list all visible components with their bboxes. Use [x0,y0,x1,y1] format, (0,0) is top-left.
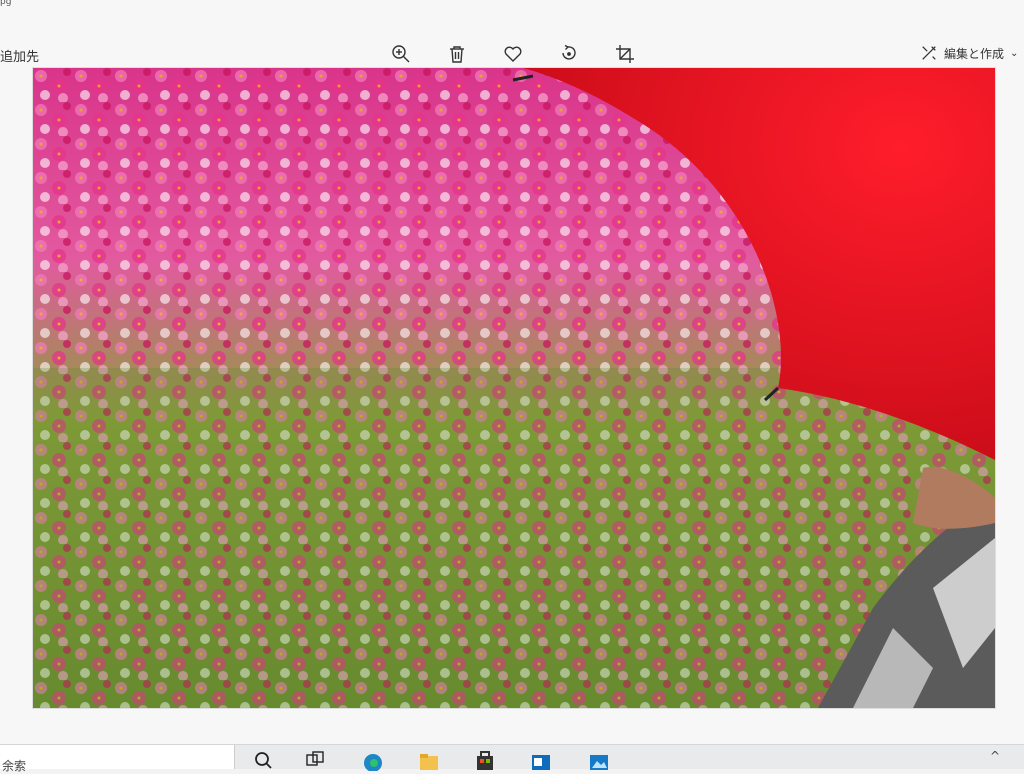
tray-chevron[interactable]: ^ [990,749,1000,763]
zoom-in-icon [392,45,410,63]
crop-button[interactable] [612,42,638,66]
file-explorer-button[interactable] [418,749,440,770]
rotate-button[interactable] [556,42,582,66]
photos-button[interactable] [588,749,610,770]
edit-create-icon [922,46,936,60]
edit-create-button[interactable]: 編集と作成 ⌄ [920,44,1018,62]
trash-icon [450,46,464,63]
edge-button[interactable] [362,749,384,771]
search-button[interactable] [252,749,274,769]
chevron-down-icon: ⌄ [1010,47,1019,59]
window-title: pg [0,0,12,7]
task-view-button[interactable] [304,749,326,769]
favorite-button[interactable] [500,42,526,66]
heart-icon [504,46,522,62]
zoom-in-button[interactable] [388,42,414,66]
add-to-button[interactable]: 追加先 [0,46,39,65]
crop-icon [616,45,634,63]
mail-button[interactable] [530,749,552,770]
photos-app-window: pg 追加先 編集と作成 ⌄ [0,0,1024,744]
delete-button[interactable] [444,42,470,66]
photo-viewer-image[interactable] [32,67,996,709]
toolbar: 追加先 編集と作成 ⌄ [0,14,1024,66]
taskbar-search-text: 余索 [2,759,27,773]
taskbar-search-box[interactable]: 余索 [0,745,235,773]
rotate-icon [562,44,576,60]
edit-create-label: 編集と作成 [944,46,1005,61]
title-bar: pg [0,0,1024,10]
taskbar: 余索 ^ [0,744,1024,773]
store-button[interactable] [474,749,496,770]
